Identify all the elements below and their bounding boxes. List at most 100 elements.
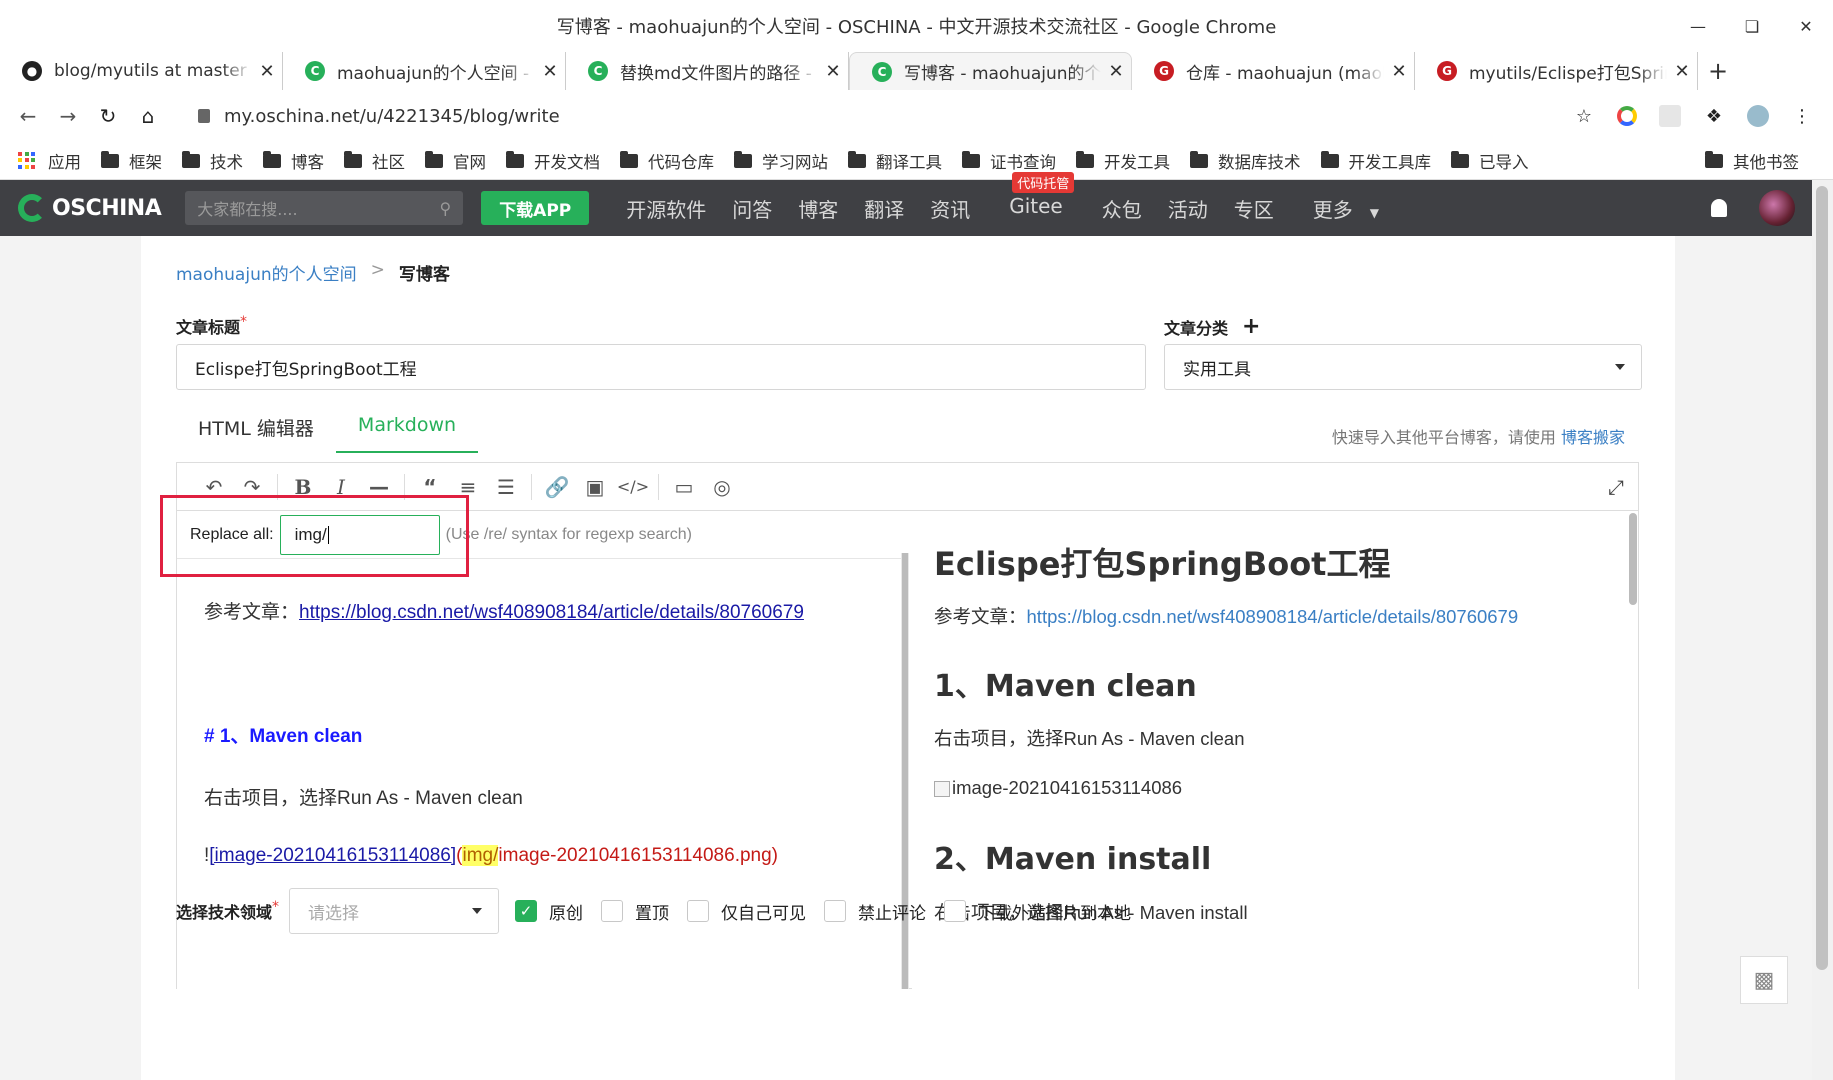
private-checkbox[interactable]: 仅自己可见 [687, 899, 806, 924]
restore-icon[interactable]: ❏ [1725, 0, 1779, 52]
home-icon[interactable]: ⌂ [128, 104, 168, 128]
ordered-list-icon[interactable]: ☰ [487, 475, 525, 499]
star-icon[interactable]: ☆ [1573, 105, 1595, 127]
hide-preview-icon[interactable]: ◎ [703, 475, 741, 499]
bookmark-folder[interactable]: 代码仓库 [620, 149, 714, 173]
code-icon[interactable]: </> [614, 477, 652, 496]
bookmark-folder[interactable]: 官网 [425, 149, 486, 173]
tab-close-icon[interactable]: ✕ [1384, 61, 1414, 82]
nav-events[interactable]: 活动 [1168, 194, 1208, 223]
tab-markdown[interactable]: Markdown [335, 414, 479, 453]
fullscreen-icon[interactable]: ⤢ [1608, 475, 1624, 499]
bookmark-other[interactable]: 其他书签 [1705, 149, 1799, 173]
tab-close-icon[interactable]: ✕ [1101, 61, 1131, 82]
nav-gitee[interactable]: Gitee 代码托管 [996, 171, 1076, 223]
puzzle-icon[interactable]: ❖ [1703, 105, 1725, 127]
tab-close-icon[interactable]: ✕ [535, 61, 565, 82]
url-field[interactable]: my.oschina.net/u/4221345/blog/write [198, 106, 1573, 127]
search-icon[interactable]: ⚲ [440, 199, 452, 218]
bookmark-folder[interactable]: 翻译工具 [848, 149, 942, 173]
nav-blog[interactable]: 博客 [798, 194, 838, 223]
bookmark-folder[interactable]: 数据库技术 [1190, 149, 1301, 173]
original-checkbox[interactable]: ✓ 原创 [515, 899, 583, 924]
page-scrollbar[interactable] [1812, 180, 1833, 1080]
browser-tab[interactable]: C 替换md文件图片的路径 - m ✕ [566, 52, 849, 90]
preview-scrollbar-thumb[interactable] [1629, 513, 1637, 605]
bookmark-folder[interactable]: 博客 [263, 149, 324, 173]
category-label-text: 文章分类 [1164, 318, 1229, 338]
image-icon[interactable]: ▣ [576, 475, 614, 499]
oschina-logo[interactable]: OSCHINA [18, 194, 162, 222]
minimize-icon[interactable]: — [1671, 0, 1725, 52]
site-search-input[interactable]: 大家都在搜.... ⚲ [185, 191, 464, 225]
menu-dots-icon[interactable]: ⋮ [1791, 105, 1813, 127]
title-input[interactable]: Eclispe打包SpringBoot工程 [176, 344, 1146, 390]
extension-color-icon[interactable] [1617, 106, 1637, 126]
page-scrollbar-thumb[interactable] [1816, 186, 1828, 970]
nav-qa[interactable]: 问答 [732, 194, 772, 223]
preview-broken-image: image-20210416153114086 [934, 777, 1182, 799]
folder-icon [425, 150, 443, 168]
tab-html-editor[interactable]: HTML 编辑器 [176, 414, 336, 453]
checkbox-box [601, 900, 624, 922]
browser-tab[interactable]: ● blog/myutils at master · ✕ [0, 52, 283, 90]
bookmark-folder[interactable]: 证书查询 [962, 149, 1056, 173]
tab-close-icon[interactable]: ✕ [1667, 61, 1697, 82]
breadcrumb-home[interactable]: maohuajun的个人空间 [176, 260, 357, 285]
bookmark-apps[interactable]: 应用 [18, 149, 81, 173]
blog-migrate-link[interactable]: 博客搬家 [1561, 428, 1625, 447]
forward-icon[interactable]: → [48, 104, 88, 128]
broken-image-icon [934, 781, 950, 798]
source-line-image: ![image-20210416153114086](img/image-202… [204, 845, 778, 867]
new-tab-icon[interactable]: + [1698, 52, 1738, 90]
bookmark-folder[interactable]: 框架 [101, 149, 162, 173]
tab-label: blog/myutils at master · [54, 61, 252, 81]
avatar[interactable] [1759, 190, 1795, 226]
title-label: 文章标题* [176, 314, 247, 338]
browser-tab[interactable]: G myutils/Eclispe打包Sprin ✕ [1415, 52, 1698, 90]
bookmark-folder[interactable]: 学习网站 [734, 149, 828, 173]
download-app-button[interactable]: 下载APP [481, 191, 590, 225]
bookmark-folder[interactable]: 开发文档 [506, 149, 600, 173]
tab-close-icon[interactable]: ✕ [252, 61, 282, 82]
bookmark-folder[interactable]: 开发工具 [1076, 149, 1170, 173]
bell-icon[interactable] [1711, 199, 1727, 217]
preview-title: Eclispe打包SpringBoot工程 [934, 545, 1391, 583]
nav-more[interactable]: 更多 ▼ [1300, 194, 1392, 223]
nav-crowdsource[interactable]: 众包 [1102, 194, 1142, 223]
preview-icon[interactable]: ▭ [665, 475, 703, 499]
close-window-icon[interactable]: ✕ [1779, 0, 1833, 52]
download-images-checkbox[interactable]: 下载外站图片到本地 [944, 899, 1131, 924]
pin-top-checkbox[interactable]: 置顶 [601, 899, 669, 924]
browser-tab-active[interactable]: C 写博客 - maohuajun的个人 ✕ [849, 52, 1132, 90]
tab-close-icon[interactable]: ✕ [818, 61, 848, 82]
nav-news[interactable]: 资讯 [930, 194, 970, 223]
browser-tab[interactable]: C maohuajun的个人空间 - O ✕ [283, 52, 566, 90]
no-comment-checkbox[interactable]: 禁止评论 [824, 899, 926, 924]
tech-select[interactable]: 请选择 [289, 888, 500, 934]
toolbar-divider [658, 473, 659, 500]
bookmark-label: 开发工具 [1104, 152, 1170, 172]
browser-tab[interactable]: G 仓库 - maohuajun (maoh ✕ [1132, 52, 1415, 90]
back-icon[interactable]: ← [8, 104, 48, 128]
add-category-icon[interactable]: + [1242, 314, 1260, 339]
nav-translate[interactable]: 翻译 [864, 194, 904, 223]
bookmark-folder[interactable]: 开发工具库 [1320, 149, 1431, 173]
nav-opensource[interactable]: 开源软件 [626, 194, 706, 223]
required-mark: * [240, 314, 248, 330]
bookmark-folder[interactable]: 社区 [344, 149, 405, 173]
reload-icon[interactable]: ↻ [88, 104, 128, 128]
nav-zone[interactable]: 专区 [1234, 194, 1274, 223]
extension-grey-icon[interactable] [1659, 105, 1681, 127]
ref-link[interactable]: https://blog.csdn.net/wsf408908184/artic… [299, 602, 804, 623]
link-icon[interactable]: 🔗 [538, 475, 576, 499]
qrcode-icon[interactable]: ▩ [1740, 956, 1788, 1004]
bookmark-folder[interactable]: 已导入 [1451, 149, 1529, 173]
profile-icon[interactable] [1747, 105, 1769, 127]
bookmark-folder[interactable]: 技术 [182, 149, 243, 173]
preview-ref-link[interactable]: https://blog.csdn.net/wsf408908184/artic… [1027, 606, 1519, 627]
category-select[interactable]: 实用工具 [1164, 344, 1642, 390]
preview-scrollbar[interactable] [1628, 511, 1638, 989]
nav-more-label: 更多 [1312, 197, 1353, 222]
preview-ref: 参考文章：https://blog.csdn.net/wsf408908184/… [934, 603, 1518, 629]
